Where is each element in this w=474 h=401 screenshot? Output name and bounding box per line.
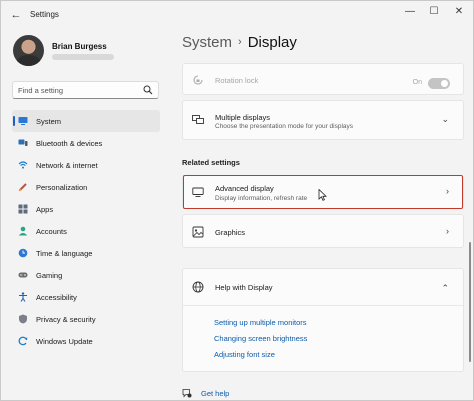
advanced-display-subtitle: Display information, refresh rate bbox=[215, 195, 308, 202]
sidebar-item-time-language[interactable]: Time & language bbox=[12, 242, 160, 264]
bluetooth-icon bbox=[18, 139, 28, 146]
apps-icon bbox=[18, 204, 28, 214]
related-settings-header: Related settings bbox=[182, 158, 240, 167]
personalization-icon bbox=[18, 183, 27, 192]
avatar bbox=[13, 35, 44, 66]
sidebar-item-label: Personalization bbox=[36, 183, 88, 192]
rotation-lock-state-label: On bbox=[412, 79, 422, 86]
settings-window: ← Settings — ☐ ✕ Brian Burgess System Bl… bbox=[0, 0, 474, 401]
maximize-button[interactable]: ☐ bbox=[423, 5, 445, 19]
sidebar-item-label: Privacy & security bbox=[36, 315, 96, 324]
windows-update-icon bbox=[18, 336, 28, 346]
sidebar-item-windows-update[interactable]: Windows Update bbox=[12, 330, 160, 352]
avatar-face bbox=[23, 40, 34, 53]
sidebar-item-label: Accessibility bbox=[36, 293, 77, 302]
get-help-label: Get help bbox=[201, 389, 230, 398]
rotation-lock-icon bbox=[193, 75, 203, 85]
graphics-title: Graphics bbox=[215, 228, 246, 237]
accounts-icon bbox=[18, 226, 28, 236]
privacy-icon bbox=[19, 314, 27, 324]
sidebar-item-bluetooth[interactable]: Bluetooth & devices bbox=[12, 132, 160, 154]
mouse-cursor-icon bbox=[318, 189, 327, 201]
chevron-down-icon[interactable]: ⌄ bbox=[441, 114, 449, 125]
gaming-icon bbox=[18, 272, 28, 278]
close-button[interactable]: ✕ bbox=[448, 5, 470, 19]
sidebar-item-accessibility[interactable]: Accessibility bbox=[12, 286, 160, 308]
sidebar-item-label: System bbox=[36, 117, 62, 126]
multiple-displays-card[interactable]: Multiple displays Choose the presentatio… bbox=[182, 100, 464, 140]
advanced-display-title: Advanced display bbox=[215, 184, 274, 193]
accessibility-icon bbox=[19, 292, 27, 302]
time-language-icon bbox=[18, 248, 28, 258]
search-input[interactable] bbox=[18, 84, 138, 96]
sidebar-item-label: Accounts bbox=[36, 227, 67, 236]
sidebar-item-accounts[interactable]: Accounts bbox=[12, 220, 160, 242]
sidebar-item-label: Time & language bbox=[36, 249, 93, 258]
multiple-displays-subtitle: Choose the presentation mode for your di… bbox=[215, 123, 354, 130]
monitor-icon bbox=[192, 187, 204, 197]
rotation-lock-toggle[interactable] bbox=[428, 78, 450, 89]
sidebar-item-apps[interactable]: Apps bbox=[12, 198, 160, 220]
help-link-font-size[interactable]: Adjusting font size bbox=[214, 349, 307, 365]
help-card-header[interactable]: Help with Display ⌃ bbox=[183, 269, 463, 306]
sidebar-item-label: Bluetooth & devices bbox=[36, 139, 103, 148]
graphics-card[interactable]: Graphics › bbox=[182, 214, 464, 248]
breadcrumb-parent[interactable]: System bbox=[182, 34, 232, 51]
sidebar-item-label: Apps bbox=[36, 205, 54, 214]
back-button[interactable]: ← bbox=[9, 8, 23, 22]
avatar-shoulders bbox=[16, 55, 41, 66]
help-link-screen-brightness[interactable]: Changing screen brightness bbox=[214, 333, 307, 349]
search-icon[interactable] bbox=[143, 85, 153, 95]
search-box[interactable] bbox=[12, 81, 159, 99]
chevron-right-icon[interactable]: › bbox=[446, 186, 449, 196]
sidebar-nav: System Bluetooth & devices Network & int… bbox=[12, 110, 160, 352]
multiple-displays-title: Multiple displays bbox=[215, 113, 271, 122]
breadcrumb: System › Display bbox=[182, 34, 297, 51]
title-bar: ← Settings — ☐ ✕ bbox=[1, 1, 474, 29]
window-title: Settings bbox=[30, 10, 59, 19]
help-link-multiple-monitors[interactable]: Setting up multiple monitors bbox=[214, 317, 307, 333]
network-icon bbox=[18, 161, 28, 169]
multiple-displays-icon bbox=[192, 115, 204, 124]
help-links: Setting up multiple monitors Changing sc… bbox=[214, 317, 307, 365]
profile-name: Brian Burgess bbox=[52, 42, 107, 51]
sidebar-item-personalization[interactable]: Personalization bbox=[12, 176, 160, 198]
sidebar-item-network[interactable]: Network & internet bbox=[12, 154, 160, 176]
sidebar-item-system[interactable]: System bbox=[12, 110, 160, 132]
globe-icon bbox=[192, 281, 204, 293]
chevron-up-icon[interactable]: ⌃ bbox=[441, 283, 449, 294]
sidebar-item-gaming[interactable]: Gaming bbox=[12, 264, 160, 286]
system-icon bbox=[18, 117, 28, 125]
chevron-right-icon[interactable]: › bbox=[446, 226, 449, 236]
sidebar-item-label: Gaming bbox=[36, 271, 63, 280]
profile-email-redacted bbox=[52, 54, 114, 60]
rotation-lock-title: Rotation lock bbox=[215, 76, 259, 85]
minimize-button[interactable]: — bbox=[399, 5, 421, 19]
breadcrumb-separator: › bbox=[238, 36, 242, 48]
toggle-knob bbox=[441, 80, 448, 87]
sidebar-item-label: Windows Update bbox=[36, 337, 93, 346]
help-icon bbox=[182, 389, 192, 398]
scrollbar[interactable] bbox=[469, 242, 471, 362]
help-card-title: Help with Display bbox=[215, 283, 273, 292]
sidebar-item-privacy[interactable]: Privacy & security bbox=[12, 308, 160, 330]
rotation-lock-card: Rotation lock On bbox=[182, 63, 464, 95]
page-title: Display bbox=[247, 34, 297, 51]
graphics-icon bbox=[192, 226, 204, 238]
sidebar-item-label: Network & internet bbox=[36, 161, 98, 170]
